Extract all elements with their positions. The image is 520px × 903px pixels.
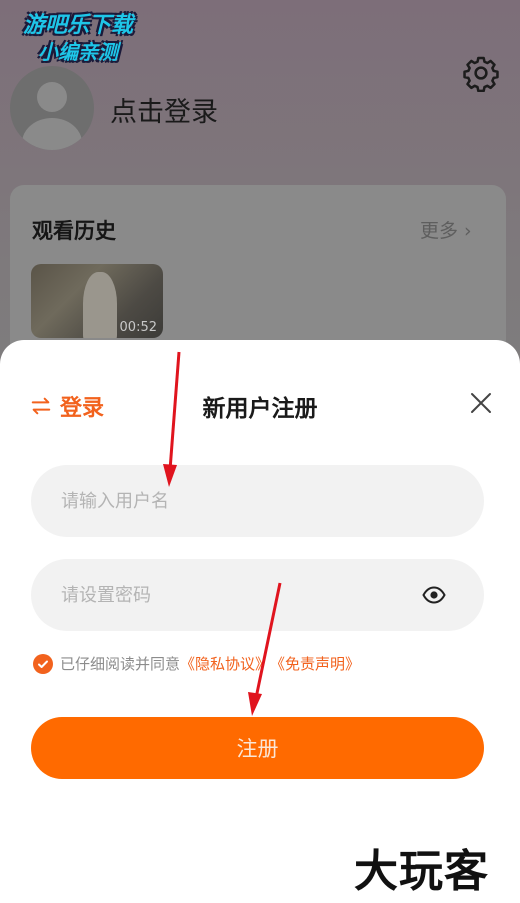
register-sheet: 登录 新用户注册 已仔细阅读并同意 《隐私协议》 《免责声明》 注册 大玩客 [0,340,520,903]
chevron-right-icon: › [464,220,472,242]
agreement-text: 已仔细阅读并同意 [60,655,181,673]
watermark-logo: 游吧乐下载 小编亲测 [8,12,148,66]
watermark-line-2: 小编亲测 [38,40,118,64]
disclaimer-link[interactable]: 《免责声明》 [270,653,360,674]
gear-icon[interactable] [462,54,500,92]
agreement-checkbox[interactable] [33,653,53,674]
password-input[interactable] [31,559,484,631]
avatar-body [22,118,82,150]
history-more-label: 更多 [420,220,459,242]
video-duration: 00:52 [119,320,157,335]
register-button[interactable]: 注册 [31,717,484,779]
password-field[interactable] [31,559,484,631]
watermark-brand: 大玩客 [354,846,489,897]
history-more-link[interactable]: 更多 › [420,216,472,243]
close-icon[interactable] [470,392,492,414]
username-field[interactable] [31,465,484,537]
username-input[interactable] [31,465,484,537]
watch-history-card: 观看历史 更多 › 00:52 [10,185,506,365]
history-video-thumbnail[interactable]: 00:52 [31,264,163,338]
history-title: 观看历史 [32,219,116,243]
agreement-row: 已仔细阅读并同意 《隐私协议》 《免责声明》 [33,653,360,674]
thumbnail-figure [83,272,117,338]
login-prompt[interactable]: 点击登录 [110,90,218,129]
eye-icon[interactable] [422,584,446,606]
watermark-line-1: 游吧乐下载 [22,13,133,38]
avatar[interactable] [10,66,94,150]
privacy-policy-link[interactable]: 《隐私协议》 [180,653,270,674]
sheet-title: 新用户注册 [202,396,318,422]
avatar-head [37,82,67,112]
checkmark-icon [38,660,48,668]
